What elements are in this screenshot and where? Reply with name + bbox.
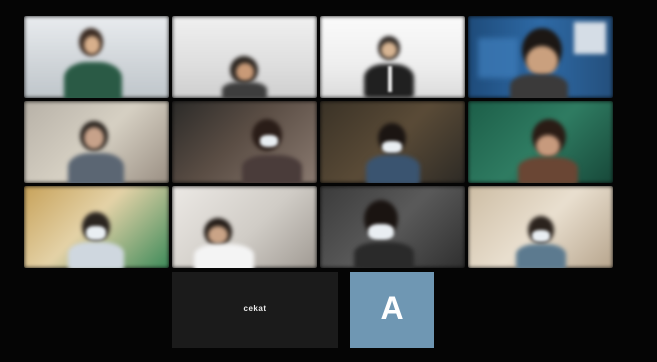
participant-tile[interactable] — [320, 16, 465, 98]
participant-tile-avatar[interactable]: A — [350, 272, 434, 348]
participant-tile[interactable] — [468, 16, 613, 98]
video-conference-window: cekat A — [0, 0, 657, 362]
participant-tile[interactable] — [468, 101, 613, 183]
participant-tile[interactable] — [24, 101, 169, 183]
participant-tile[interactable] — [24, 186, 169, 268]
participant-gallery-grid — [24, 16, 614, 270]
participant-tile[interactable] — [172, 101, 317, 183]
participant-tile[interactable] — [468, 186, 613, 268]
participant-tile[interactable] — [320, 101, 465, 183]
participant-avatar-letter: A — [380, 290, 404, 326]
participant-name: cekat — [243, 304, 267, 313]
participant-tile-name-only[interactable]: cekat — [172, 272, 338, 348]
participant-tile[interactable] — [172, 16, 317, 98]
participant-tile[interactable] — [172, 186, 317, 268]
participant-tile[interactable] — [320, 186, 465, 268]
participant-tile[interactable] — [24, 16, 169, 98]
